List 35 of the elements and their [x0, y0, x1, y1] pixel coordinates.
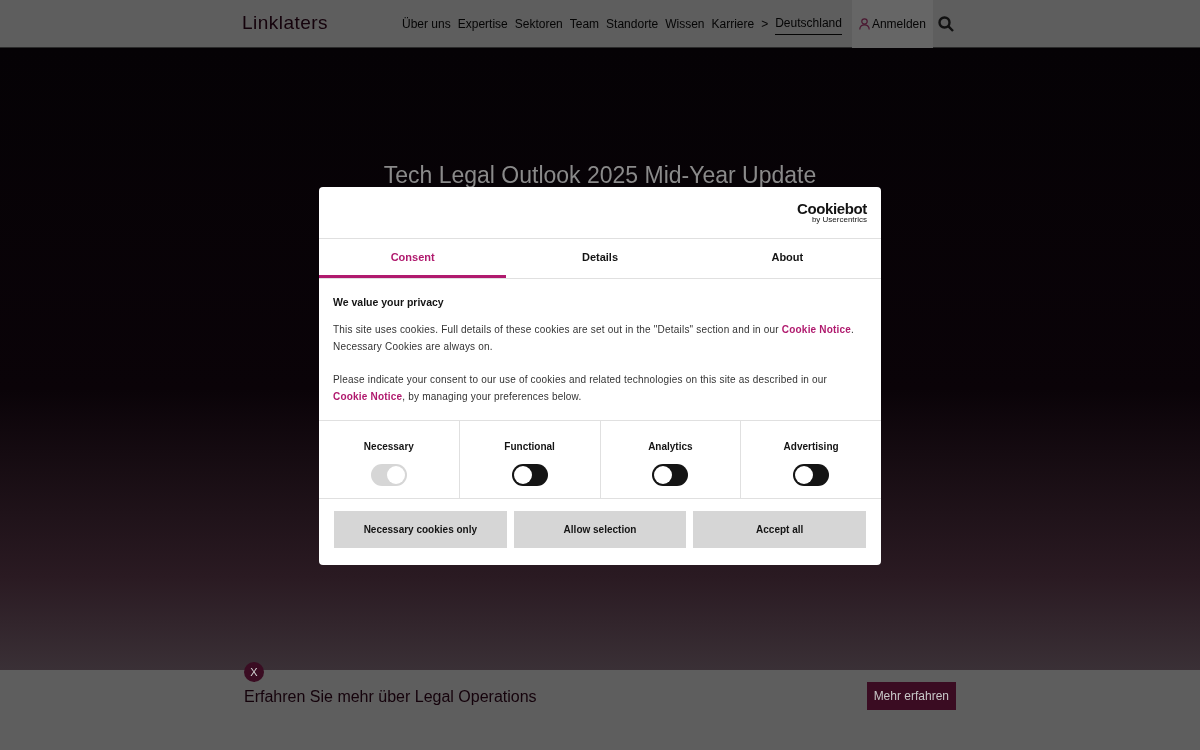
nav-link[interactable]: Deutschland — [775, 14, 842, 35]
nav-link[interactable]: > — [761, 14, 769, 33]
nav-link[interactable]: Standorte — [606, 14, 659, 33]
dialog-tab[interactable]: Consent — [319, 239, 507, 278]
cookiebot-logo: Cookiebot by Usercentrics — [797, 201, 867, 224]
category-label: Analytics — [648, 439, 693, 454]
search-icon[interactable] — [938, 15, 954, 32]
close-button[interactable]: X — [244, 662, 264, 682]
category-label: Functional — [504, 439, 555, 454]
nav-link[interactable]: Sektoren — [514, 14, 563, 33]
nav-link[interactable]: Team — [569, 14, 600, 33]
learn-more-button[interactable]: Mehr erfahren — [866, 682, 956, 710]
dialog-tab[interactable]: Details — [506, 239, 694, 278]
consent-button[interactable]: Accept all — [693, 510, 866, 548]
nav-link[interactable]: Expertise — [457, 14, 508, 33]
cookie-notice-link[interactable]: Cookie Notice — [781, 323, 852, 335]
category-label: Advertising — [783, 439, 839, 454]
hero-title: Tech Legal Outlook 2025 Mid-Year Update — [383, 161, 817, 188]
toggle-switch[interactable] — [793, 463, 830, 486]
toggle-switch[interactable] — [511, 463, 548, 486]
consent-paragraph: Please indicate your consent to our use of cookies and related technologies on this site as described in our Cookie Notice, by managing your preferences below. — [333, 372, 829, 404]
dialog-tab[interactable]: About — [693, 239, 881, 278]
category-label: Necessary — [363, 439, 414, 454]
nav-link[interactable]: Über uns — [402, 14, 451, 33]
consent-button[interactable]: Necessary cookies only — [334, 510, 507, 548]
consent-paragraph: This site uses cookies. Full details of these cookies are set out in the "Details" section and in our Cookie Notice. Necessary Cookies are always on. — [333, 322, 856, 354]
toggle-switch[interactable] — [652, 463, 689, 486]
privacy-heading: We value your privacy — [333, 295, 445, 310]
user-icon — [858, 17, 870, 30]
consent-button[interactable]: Allow selection — [513, 510, 687, 548]
nav-link[interactable]: Wissen — [665, 14, 705, 33]
login-link[interactable]: Anmelden — [851, 0, 933, 48]
promo-text: Erfahren Sie mehr über Legal Operations — [244, 687, 537, 707]
nav-link[interactable]: Karriere — [711, 14, 755, 33]
logo[interactable]: Linklaters — [242, 9, 402, 38]
